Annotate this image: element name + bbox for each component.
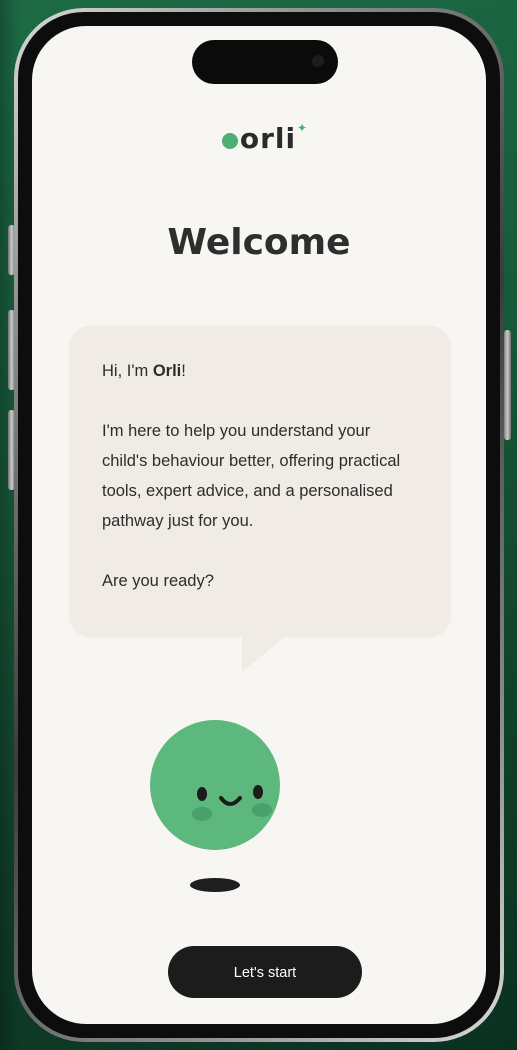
greeting-suffix: ! (181, 362, 186, 380)
camera-icon (312, 55, 324, 67)
phone-bezel: orli ✦ Welcome Hi, I'm Orli! I'm here to… (18, 12, 500, 1038)
logo-text: orli (239, 122, 297, 155)
page-title: Welcome (167, 222, 351, 263)
greeting-prefix: Hi, I'm (102, 362, 153, 380)
speech-bubble-tail (242, 634, 288, 672)
app-screen: orli ✦ Welcome Hi, I'm Orli! I'm here to… (32, 26, 486, 1024)
dynamic-island (192, 40, 338, 84)
app-logo: orli (32, 122, 486, 155)
ready-question: Are you ready? (102, 572, 214, 590)
intro-message: I'm here to help you understand your chi… (102, 422, 401, 530)
logo-dot-icon (221, 133, 238, 149)
sparkle-icon: ✦ (297, 121, 308, 135)
power-button (504, 330, 511, 440)
mascot-shadow (190, 878, 240, 892)
speech-bubble: Hi, I'm Orli! I'm here to help you under… (70, 326, 450, 636)
lets-start-button[interactable]: Let's start (168, 946, 362, 998)
greeting-name: Orli (152, 362, 182, 380)
mascot-icon (150, 720, 280, 850)
phone-frame: orli ✦ Welcome Hi, I'm Orli! I'm here to… (14, 8, 504, 1042)
greeting-line: Hi, I'm Orli! (102, 356, 416, 386)
